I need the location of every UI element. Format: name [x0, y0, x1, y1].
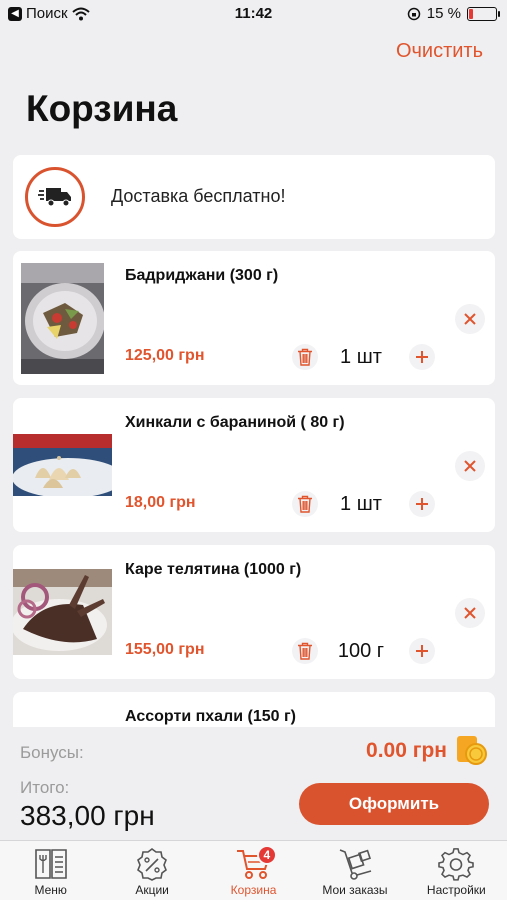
tab-cart[interactable]: 4 Корзина [203, 841, 304, 900]
item-price: 18,00 грн [125, 494, 196, 511]
item-name: Ассорти пхали (150 г) [125, 708, 296, 725]
tab-label: Настройки [426, 883, 486, 897]
item-quantity: 1 шт [340, 493, 382, 515]
item-quantity: 100 г [337, 640, 385, 662]
item-quantity: 1 шт [340, 346, 382, 368]
item-name: Бадриджани (300 г) [125, 267, 279, 284]
trash-icon[interactable] [292, 638, 318, 664]
item-name: Хинкали с бараниной ( 80 г) [125, 414, 345, 431]
tab-settings[interactable]: Настройки [406, 841, 507, 900]
close-icon[interactable] [455, 451, 485, 481]
hand-truck-icon [339, 849, 372, 880]
tab-menu[interactable]: Меню [0, 841, 101, 900]
tab-promotions[interactable]: Акции [101, 841, 202, 900]
trash-icon[interactable] [292, 491, 318, 517]
trash-icon[interactable] [292, 344, 318, 370]
item-price: 125,00 грн [125, 347, 205, 364]
battery-percent: 15 % [426, 5, 461, 22]
item-name: Каре телятина (1000 г) [125, 561, 302, 578]
cart-count-badge: 4 [256, 845, 277, 865]
order-summary: Бонусы: 0.00 грн Итого: 383,00 грн Оформ… [0, 727, 507, 840]
close-icon[interactable] [455, 598, 485, 628]
gear-icon [438, 848, 475, 881]
bonus-label: Бонусы: [20, 743, 84, 762]
clear-cart-button[interactable]: Очистить [396, 40, 483, 63]
coins-icon [457, 736, 487, 765]
tab-label: Акции [135, 883, 169, 897]
cart-item[interactable]: Каре телятина (1000 г) 155,00 грн 100 г [13, 545, 495, 679]
truck-icon [25, 167, 85, 227]
rotation-lock-icon [407, 7, 421, 20]
product-photo-badrijani[interactable] [21, 263, 104, 374]
close-icon[interactable] [455, 304, 485, 334]
cart-item[interactable]: Хинкали с бараниной ( 80 г) 18,00 грн 1 … [13, 398, 495, 532]
battery-fill [469, 8, 473, 19]
status-bar: ◀ Поиск 11:42 15 % [0, 0, 507, 30]
plus-icon[interactable] [409, 491, 435, 517]
tab-my-orders[interactable]: Мои заказы [304, 841, 405, 900]
total-value: 383,00 грн [20, 800, 155, 831]
tab-label: Меню [34, 883, 67, 897]
product-photo-kare[interactable] [13, 569, 112, 655]
tab-label: Корзина [230, 883, 277, 897]
tab-bar: Меню Акции 4 Корзина Мои заказы Настройк… [0, 840, 507, 900]
item-price: 155,00 грн [125, 641, 205, 658]
delivery-banner: Доставка бесплатно! [13, 155, 495, 239]
menu-book-icon [34, 849, 67, 879]
checkout-button[interactable]: Оформить [299, 783, 489, 825]
delivery-text: Доставка бесплатно! [111, 186, 286, 206]
cart-item[interactable]: Бадриджани (300 г) 125,00 грн 1 шт [13, 251, 495, 385]
plus-icon[interactable] [409, 638, 435, 664]
battery-icon [467, 6, 500, 21]
total-label: Итого: [20, 778, 70, 797]
page-title: Корзина [26, 88, 178, 129]
discount-icon [137, 848, 168, 881]
plus-icon[interactable] [409, 344, 435, 370]
tab-label: Мои заказы [322, 883, 388, 897]
status-right: 15 % [407, 5, 500, 22]
product-photo-khinkali[interactable] [13, 434, 112, 496]
bonus-value: 0.00 грн [366, 739, 447, 762]
